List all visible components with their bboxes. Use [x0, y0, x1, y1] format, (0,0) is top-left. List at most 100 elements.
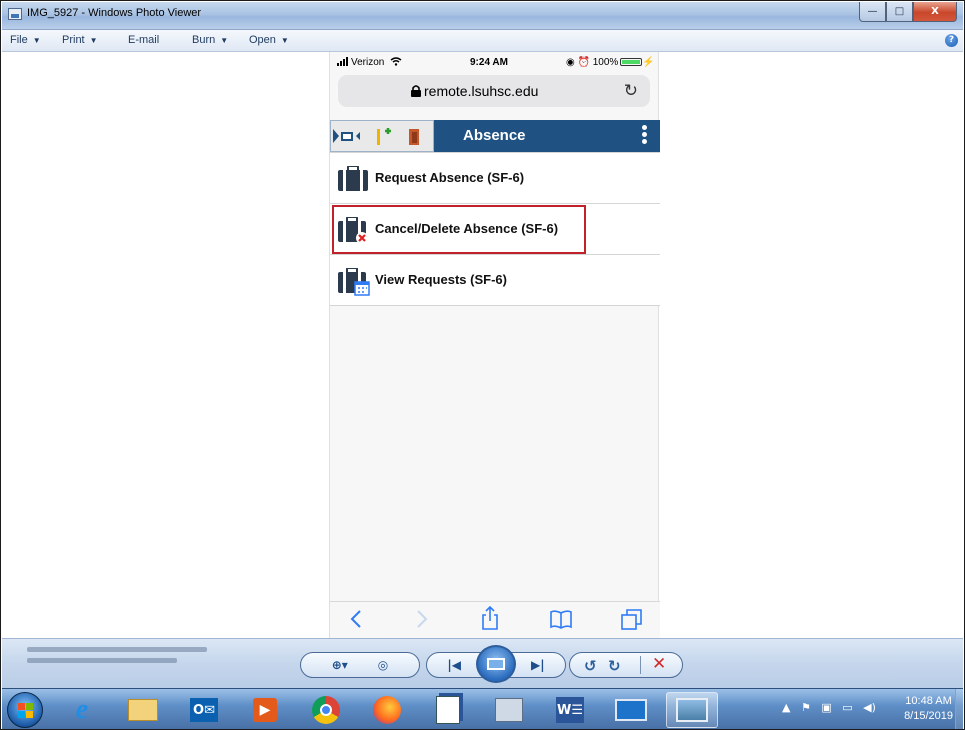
- photo-viewer-app-icon: [8, 8, 22, 20]
- word-doc-icon[interactable]: [422, 692, 474, 728]
- viewer-control-bar: ⊕▾ ◎ |◀ ▶| ↺ ↻ ✕: [2, 638, 963, 688]
- rotate-clockwise-icon[interactable]: ↻: [608, 657, 621, 675]
- minimize-button[interactable]: —: [859, 2, 886, 22]
- wifi-icon: [390, 57, 402, 66]
- phone-status-bar: Verizon 9:24 AM ◉ ⏰ 100% ⚡: [330, 56, 660, 72]
- menu-open-label: Open: [249, 34, 276, 46]
- zoom-group: ⊕▾ ◎: [300, 652, 420, 678]
- list-item-label: Request Absence (SF-6): [375, 170, 525, 185]
- forward-icon[interactable]: [416, 609, 428, 629]
- menu-burn-label: Burn: [192, 34, 216, 46]
- battery-icon: [620, 58, 643, 67]
- menu-email[interactable]: E-mail: [128, 34, 159, 46]
- chrome-icon[interactable]: [300, 692, 352, 728]
- exit-door-icon[interactable]: [409, 129, 419, 145]
- list-item-view-requests[interactable]: View Requests (SF-6): [330, 255, 660, 306]
- safari-toolbar: [330, 601, 660, 638]
- file-explorer-icon[interactable]: [117, 692, 169, 728]
- zoom-icon[interactable]: ⊕▾: [332, 658, 348, 672]
- carrier: Verizon: [337, 57, 402, 68]
- delete-icon[interactable]: ✕: [652, 654, 666, 674]
- app-header: Absence: [330, 120, 660, 152]
- show-desktop-button[interactable]: [955, 689, 963, 729]
- battery-status: ◉ ⏰ 100% ⚡: [566, 57, 655, 68]
- carrier-label: Verizon: [351, 57, 385, 68]
- add-door-icon[interactable]: [377, 128, 391, 145]
- remote-desktop-icon[interactable]: [605, 692, 657, 728]
- nav-icon-group: [330, 120, 434, 152]
- next-icon[interactable]: ▶|: [531, 658, 545, 672]
- network-icon[interactable]: ▭: [842, 701, 852, 714]
- address-bar[interactable]: remote.lsuhsc.edu ↻: [338, 75, 650, 107]
- bookmarks-icon[interactable]: [549, 609, 573, 629]
- chevron-down-icon: ▼: [32, 36, 41, 45]
- library-icon[interactable]: [483, 692, 535, 728]
- menu-file[interactable]: File ▼: [10, 34, 41, 46]
- window-title: IMG_5927 - Windows Photo Viewer: [27, 7, 202, 19]
- share-icon[interactable]: [481, 606, 499, 630]
- lock-icon: [411, 85, 421, 97]
- image-viewport: Verizon 9:24 AM ◉ ⏰ 100% ⚡ remote.lsuhsc.…: [2, 52, 963, 638]
- more-options-icon[interactable]: [642, 125, 648, 147]
- show-hidden-icons-icon[interactable]: ▲: [782, 701, 790, 714]
- briefcase-icon: [338, 166, 368, 191]
- menu-burn[interactable]: Burn ▼: [192, 34, 228, 46]
- word-icon[interactable]: W☰: [544, 692, 596, 728]
- maximize-button[interactable]: □: [886, 2, 913, 22]
- volume-icon[interactable]: ◀): [863, 701, 876, 714]
- back-navigation-icon[interactable]: [333, 129, 360, 143]
- outlook-icon[interactable]: O✉: [178, 692, 230, 728]
- title-bar: IMG_5927 - Windows Photo Viewer — □ X: [2, 2, 963, 30]
- location-icon: ◉: [566, 57, 575, 68]
- highlight-box: [332, 205, 586, 254]
- slideshow-icon: [487, 658, 505, 670]
- help-icon[interactable]: ?: [945, 34, 958, 47]
- menu-print-label: Print: [62, 34, 85, 46]
- chevron-down-icon: ▼: [280, 36, 289, 45]
- list-item-request-absence[interactable]: Request Absence (SF-6): [330, 153, 660, 204]
- menu-print[interactable]: Print ▼: [62, 34, 98, 46]
- menu-open[interactable]: Open ▼: [249, 34, 289, 46]
- reload-icon[interactable]: ↻: [624, 81, 638, 101]
- back-icon[interactable]: [350, 609, 362, 629]
- menu-file-label: File: [10, 34, 28, 46]
- firefox-icon[interactable]: [361, 692, 413, 728]
- battery-percent: 100%: [592, 57, 619, 68]
- start-button[interactable]: [7, 692, 43, 728]
- tabs-icon[interactable]: [621, 609, 643, 631]
- photo-viewer-window: IMG_5927 - Windows Photo Viewer — □ X Fi…: [0, 0, 965, 730]
- phone-screenshot: Verizon 9:24 AM ◉ ⏰ 100% ⚡ remote.lsuhsc.…: [329, 52, 660, 638]
- url-text: remote.lsuhsc.edu: [424, 83, 539, 99]
- system-tray: ▲ ⚑ ▣ ▭ ◀): [782, 701, 876, 714]
- chevron-down-icon: ▼: [89, 36, 98, 45]
- charging-icon: ⚡: [642, 57, 655, 68]
- absence-menu: Request Absence (SF-6) Cancel/Delete Abs…: [330, 152, 660, 306]
- alarm-icon: ⏰: [577, 57, 590, 68]
- photo-viewer-icon[interactable]: [666, 692, 718, 728]
- windows-taskbar: e O✉ ▶ W☰ ▲ ⚑ ▣ ▭ ◀) 10:48 AM 8/15/2019: [2, 688, 963, 729]
- signal-icon: [337, 57, 348, 66]
- menu-bar: File ▼ Print ▼ E-mail Burn ▼ Open ▼ ?: [2, 30, 963, 52]
- phone-time: 9:24 AM: [470, 57, 508, 68]
- previous-icon[interactable]: |◀: [447, 658, 461, 672]
- list-item-cancel-delete-absence[interactable]: Cancel/Delete Absence (SF-6): [330, 204, 660, 255]
- slideshow-button[interactable]: [476, 645, 516, 683]
- windows-logo-icon: [18, 703, 34, 719]
- action-center-flag-icon[interactable]: ⚑: [801, 701, 811, 714]
- app-title: Absence: [463, 127, 526, 144]
- nav-icons: [333, 128, 419, 145]
- clock-date: 8/15/2019: [904, 710, 953, 722]
- chevron-down-icon: ▼: [220, 36, 229, 45]
- internet-explorer-icon[interactable]: e: [56, 692, 108, 728]
- list-item-label: View Requests (SF-6): [375, 272, 507, 287]
- rotate-counterclockwise-icon[interactable]: ↺: [584, 657, 597, 675]
- menu-email-label: E-mail: [128, 34, 160, 46]
- clock-time: 10:48 AM: [905, 695, 952, 707]
- close-button[interactable]: X: [913, 2, 957, 22]
- device-icon[interactable]: ▣: [821, 701, 831, 714]
- actual-size-icon[interactable]: ◎: [378, 658, 388, 672]
- taskbar-clock[interactable]: 10:48 AM 8/15/2019: [904, 694, 953, 724]
- office-icon[interactable]: ▶: [239, 692, 291, 728]
- briefcase-calendar-icon: [338, 268, 370, 296]
- divider: [640, 656, 641, 674]
